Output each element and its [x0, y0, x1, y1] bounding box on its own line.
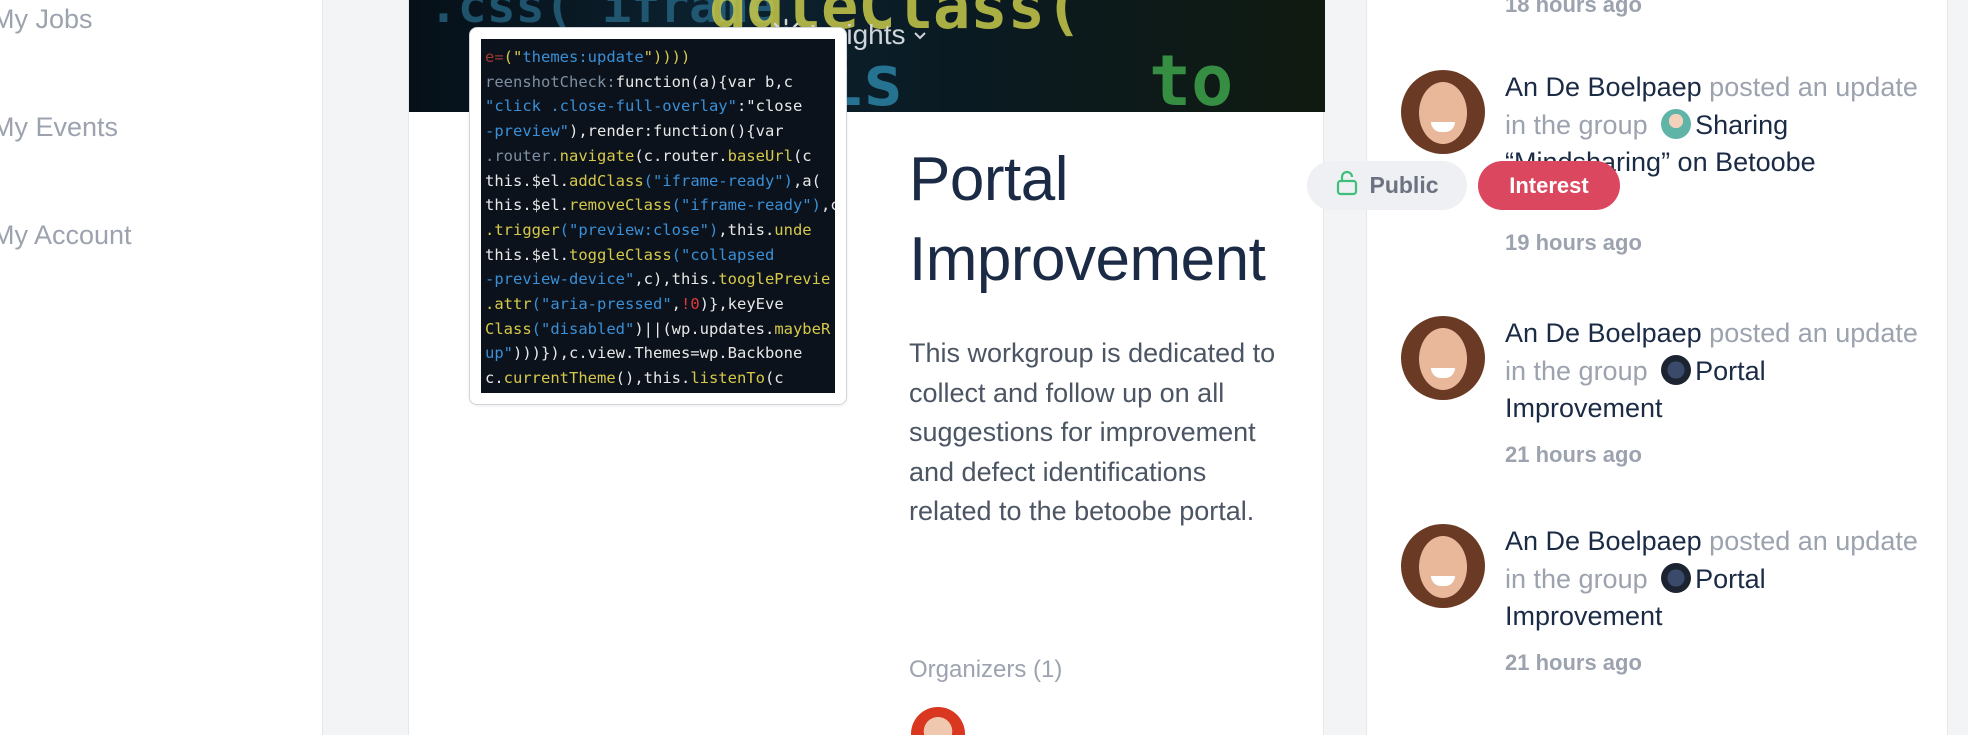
activity-time: 21 hours ago	[1505, 650, 1642, 675]
avatar[interactable]	[1401, 316, 1485, 400]
activity-text: An De Boelpaep posted an update in the g…	[1505, 315, 1925, 428]
avatar[interactable]	[1401, 524, 1485, 608]
group-description: This workgroup is dedicated to collect a…	[909, 338, 1276, 526]
sidebar-item-my-account[interactable]: My Account	[0, 220, 132, 251]
activity-feed: 18 hours ago An De Boelpaep posted an up…	[1366, 0, 1948, 735]
activity-user[interactable]: An De Boelpaep	[1505, 526, 1702, 556]
group-title: Portal Improvement	[909, 145, 1266, 294]
activity-time: 21 hours ago	[1505, 442, 1642, 467]
activity-user[interactable]: An De Boelpaep	[1505, 318, 1702, 348]
group-icon	[1661, 354, 1692, 385]
group-card: .css( iframe ggleClass( c).this to Insig…	[408, 0, 1325, 735]
activity-user[interactable]: An De Boelpaep	[1505, 72, 1702, 102]
chevron-down-icon	[912, 27, 928, 43]
unlock-icon	[1335, 170, 1359, 202]
group-icon	[1661, 108, 1692, 139]
activity-time: 19 hours ago	[1505, 230, 1642, 255]
sidebar-item-my-events[interactable]: My Events	[0, 112, 118, 143]
sidebar-item-my-jobs[interactable]: My Jobs	[0, 4, 93, 35]
activity-timestamp: 18 hours ago	[1505, 0, 1642, 17]
group-avatar-image: e=("themes:update")))) reenshotCheck:fun…	[469, 27, 847, 405]
organizer-avatar[interactable]	[911, 707, 965, 735]
left-sidebar: My Jobs My Events My Account	[0, 0, 323, 735]
visibility-label: Public	[1369, 172, 1439, 198]
group-type-badge: Interest	[1478, 161, 1620, 210]
visibility-badge: Public	[1307, 161, 1467, 210]
avatar[interactable]	[1401, 70, 1485, 154]
group-icon	[1661, 562, 1692, 593]
activity-text: An De Boelpaep posted an update in the g…	[1505, 523, 1925, 636]
organizers-label: Organizers (1)	[909, 656, 1063, 683]
